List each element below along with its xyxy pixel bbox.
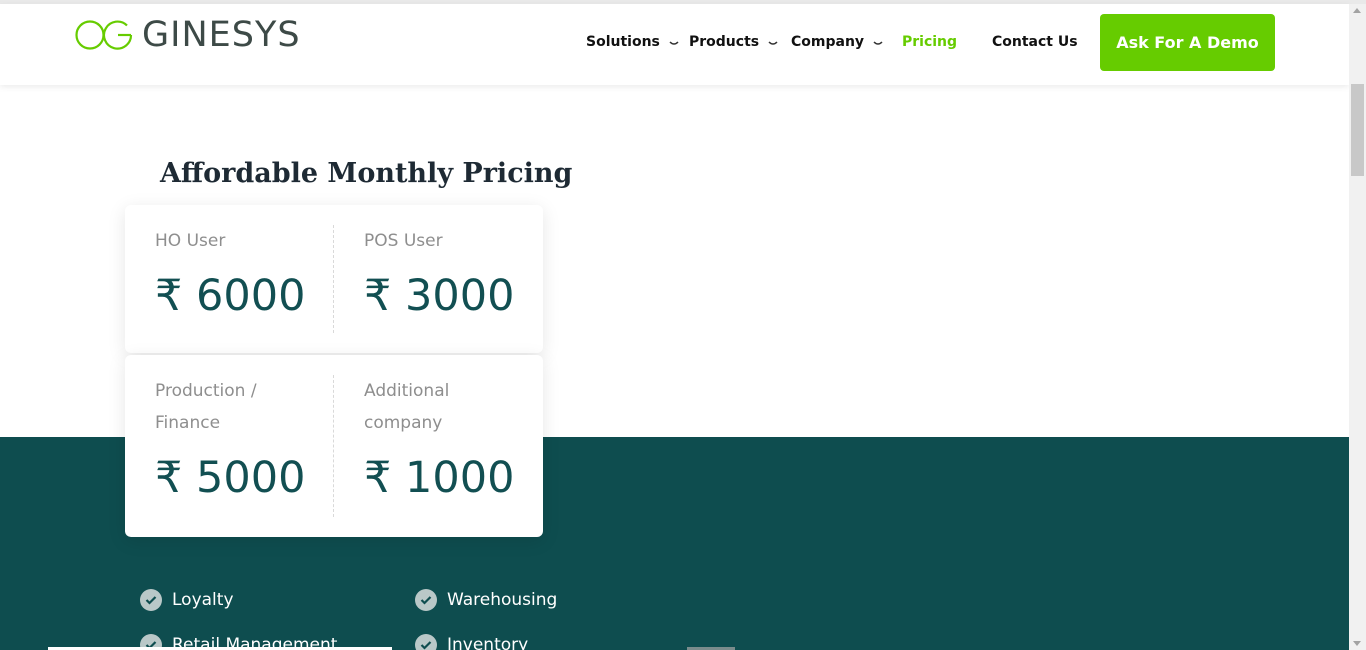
- chevron-down-icon: [669, 38, 679, 48]
- scroll-up-arrow-icon[interactable]: [1353, 8, 1361, 13]
- scrollbar-thumb[interactable]: [1351, 84, 1364, 176]
- nav-item-contact-us[interactable]: Contact Us: [992, 28, 1078, 56]
- price-cell-ho-user: HO User ₹ 6000: [155, 225, 335, 321]
- plan-label: Additional company: [364, 381, 450, 433]
- card-divider: [333, 225, 334, 333]
- plan-price: ₹ 3000: [364, 271, 515, 321]
- nav-item-solutions[interactable]: Solutions: [586, 28, 679, 56]
- plan-price: ₹ 1000: [364, 453, 515, 503]
- nav-item-label: Company: [791, 34, 865, 50]
- feature-label: Warehousing: [447, 590, 558, 610]
- feature-item-warehousing: Warehousing: [415, 589, 557, 611]
- feature-item-loyalty: Loyalty: [140, 589, 234, 611]
- plan-label: HO User: [155, 231, 226, 251]
- price-cell-additional-company: Additional company ₹ 1000: [364, 375, 544, 503]
- nav-item-pricing[interactable]: Pricing: [902, 28, 957, 56]
- pricing-title: Affordable Monthly Pricing: [160, 158, 573, 189]
- nav-item-label: Contact Us: [992, 34, 1078, 50]
- check-circle-icon: [415, 589, 437, 611]
- feature-label: Loyalty: [172, 590, 234, 610]
- nav-item-label: Pricing: [902, 34, 958, 50]
- chevron-down-icon: [768, 38, 778, 48]
- nav-item-label: Products: [689, 34, 760, 50]
- check-circle-icon: [415, 634, 437, 650]
- nav-item-company[interactable]: Company: [791, 28, 883, 56]
- pricing-card: HO User ₹ 6000 POS User ₹ 3000: [125, 205, 543, 353]
- ask-for-demo-button[interactable]: Ask For A Demo: [1100, 14, 1275, 71]
- price-cell-production-finance: Production / Finance ₹ 5000: [155, 375, 335, 503]
- plan-price: ₹ 5000: [155, 453, 306, 503]
- pricing-card: Production / Finance ₹ 5000 Additional c…: [125, 355, 543, 537]
- plan-label: Production / Finance: [155, 381, 257, 433]
- site-header: GINESYS Solutions Products Company Prici…: [0, 4, 1349, 85]
- check-circle-icon: [140, 589, 162, 611]
- feature-label: Inventory: [447, 635, 529, 650]
- card-divider: [333, 375, 334, 517]
- chevron-down-icon: [873, 38, 883, 48]
- plan-price: ₹ 6000: [155, 271, 306, 321]
- price-cell-pos-user: POS User ₹ 3000: [364, 225, 544, 321]
- nav-item-products[interactable]: Products: [689, 28, 778, 56]
- page-scrollbar[interactable]: [1349, 4, 1366, 650]
- plan-label: POS User: [364, 231, 443, 251]
- nav-item-label: Solutions: [586, 34, 660, 50]
- scroll-down-arrow-icon[interactable]: [1353, 641, 1361, 646]
- feature-item-inventory: Inventory: [415, 634, 528, 650]
